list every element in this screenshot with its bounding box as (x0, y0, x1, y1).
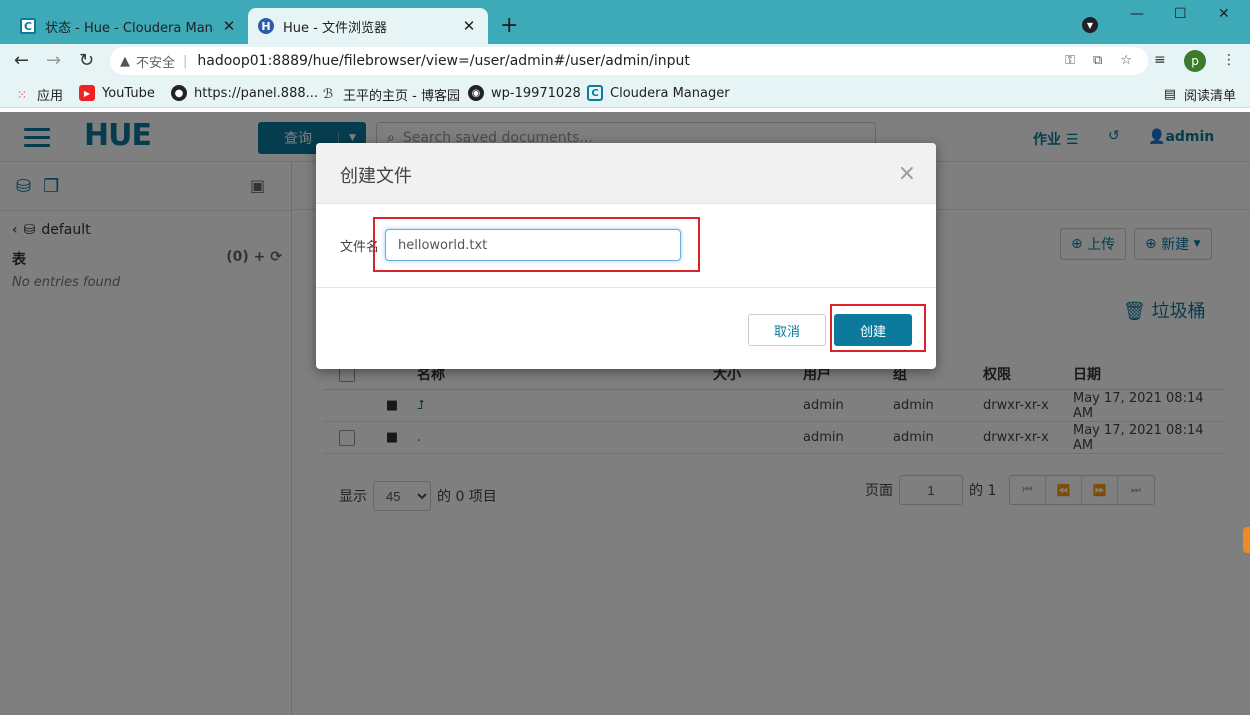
key-icon[interactable]: ⚿ (1065, 53, 1075, 68)
bookmarks-bar: ⁙ 应用 ▶ YouTube ● https://panel.888... ℬ … (0, 78, 1250, 108)
warning-icon: ▲ (120, 53, 130, 69)
profile-avatar[interactable]: p (1184, 50, 1206, 72)
cancel-button[interactable]: 取消 (748, 314, 826, 346)
bookmark-label: 应用 (37, 89, 64, 104)
minimize-icon[interactable]: — (1130, 6, 1144, 22)
bookmark-label: 王平的主页 - 博客园 (343, 89, 460, 104)
hue-favicon-icon: H (258, 18, 274, 34)
globe-icon: ● (171, 85, 187, 101)
new-tab-button[interactable]: + (500, 13, 518, 38)
media-icon[interactable]: ≡ (1154, 52, 1166, 68)
reload-icon[interactable]: ↻ (79, 50, 94, 71)
translate-icon[interactable]: ⧉ (1093, 53, 1102, 68)
reading-list[interactable]: ▤ 阅读清单 (1164, 85, 1236, 104)
tab-search-icon[interactable]: ▼ (1082, 17, 1098, 33)
insecure-label: 不安全 (136, 55, 176, 71)
apps-grid-icon: ⁙ (16, 87, 28, 102)
github-icon: ◉ (468, 85, 484, 101)
window-close-icon[interactable]: ✕ (1218, 6, 1230, 22)
dialog-close-icon[interactable]: × (898, 163, 916, 185)
tab-title: Hue - 文件浏览器 (283, 20, 387, 36)
blog-icon: ℬ (322, 87, 334, 102)
reading-list-icon: ▤ (1163, 87, 1176, 102)
back-icon[interactable]: ← (14, 50, 29, 71)
address-bar: ← → ↻ ▲ 不安全 | hadoop01:8889/hue/filebrow… (0, 44, 1250, 78)
highlight-box-create (830, 304, 926, 352)
bookmark-label: YouTube (102, 85, 155, 101)
dialog-header: 创建文件 × (316, 143, 936, 204)
bookmark-label: wp-19971028 (491, 85, 581, 101)
bookmark-panel[interactable]: ● https://panel.888... (171, 85, 318, 101)
divider: | (183, 53, 188, 69)
youtube-icon: ▶ (79, 85, 95, 101)
bookmark-label: https://panel.888... (194, 85, 319, 101)
tab-hue[interactable]: H Hue - 文件浏览器 ✕ (248, 8, 488, 44)
tab-close-icon[interactable]: ✕ (220, 17, 238, 35)
cloudera-icon: C (587, 85, 603, 101)
cloudera-favicon-icon: C (20, 18, 36, 34)
bookmark-label: Cloudera Manager (610, 85, 730, 101)
highlight-box-input (373, 217, 700, 272)
url-omnibox[interactable]: ▲ 不安全 | hadoop01:8889/hue/filebrowser/vi… (110, 47, 1148, 75)
reading-list-label: 阅读清单 (1183, 89, 1236, 104)
bookmark-youtube[interactable]: ▶ YouTube (79, 85, 155, 101)
omnibox-icons: ⚿ ⧉ ☆ (1065, 53, 1132, 68)
dialog-title: 创建文件 (340, 166, 412, 187)
tab-close-icon[interactable]: ✕ (460, 17, 478, 35)
bookmark-github[interactable]: ◉ wp-19971028 (468, 85, 581, 101)
browser-tabbar: C 状态 - Hue - Cloudera Manager ✕ H Hue - … (0, 0, 1250, 44)
star-icon[interactable]: ☆ (1120, 53, 1132, 68)
forward-icon[interactable]: → (46, 50, 61, 71)
menu-dots-icon[interactable]: ⋮ (1222, 52, 1236, 68)
tab-cloudera[interactable]: C 状态 - Hue - Cloudera Manager ✕ (10, 8, 248, 44)
bookmark-blog[interactable]: ℬ 王平的主页 - 博客园 (320, 85, 460, 104)
maximize-icon[interactable]: ☐ (1174, 6, 1187, 22)
url-text[interactable]: hadoop01:8889/hue/filebrowser/view=/user… (197, 53, 689, 69)
bookmark-cloudera[interactable]: C Cloudera Manager (587, 85, 730, 101)
tab-title: 状态 - Hue - Cloudera Manager (45, 20, 214, 36)
feedback-tab[interactable] (1243, 527, 1250, 553)
bookmark-apps[interactable]: ⁙ 应用 (14, 85, 64, 105)
